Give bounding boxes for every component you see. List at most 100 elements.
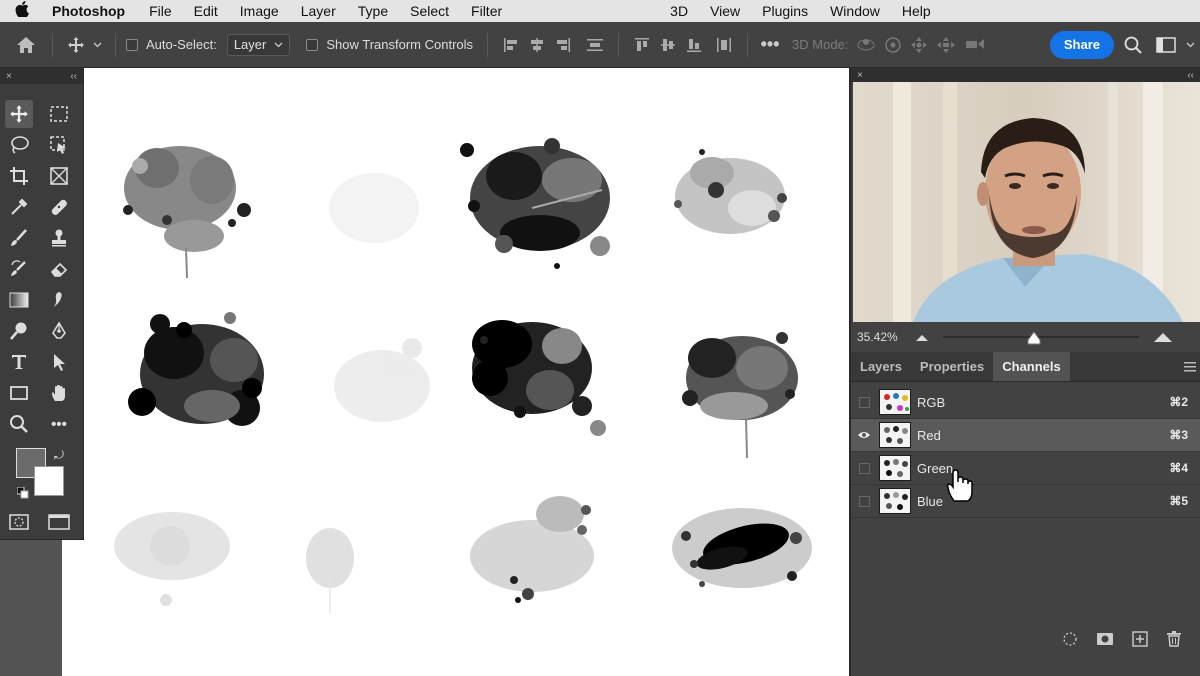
menu-help[interactable]: Help [891,3,942,19]
workspace-icon[interactable] [1152,22,1180,68]
move-tool-icon[interactable] [63,22,89,68]
tab-channels[interactable]: Channels [993,352,1070,381]
zoom-out-icon[interactable] [915,332,929,342]
tools-panel: × ‹‹ ••• ⤾ [0,68,84,540]
pen-tool-icon[interactable] [45,317,73,345]
align-bottom-icon[interactable] [683,37,705,53]
align-middle-icon[interactable] [657,37,679,53]
menu-plugins[interactable]: Plugins [751,3,819,19]
zoom-slider-thumb[interactable] [1027,331,1041,345]
align-center-icon[interactable] [526,37,548,53]
align-right-icon[interactable] [552,37,574,53]
tab-layers[interactable]: Layers [851,352,911,381]
home-icon[interactable] [0,22,52,68]
load-selection-icon[interactable] [1062,631,1078,647]
move-tool-icon[interactable] [5,100,33,128]
tab-properties[interactable]: Properties [911,352,993,381]
distribute-horizontal-icon[interactable] [713,37,735,53]
brush-tool-icon[interactable] [5,224,33,252]
share-button[interactable]: Share [1049,30,1114,59]
splatter-7 [472,320,606,436]
menu-image[interactable]: Image [229,3,290,19]
menu-layer[interactable]: Layer [290,3,347,19]
quick-mask-icon[interactable] [5,508,33,536]
menu-edit[interactable]: Edit [183,3,229,19]
pan-3d-icon[interactable] [910,36,928,54]
menu-type[interactable]: Type [347,3,399,19]
orbit-3d-icon[interactable] [856,36,876,52]
gradient-tool-icon[interactable] [5,286,33,314]
collapse-icon[interactable]: ‹‹ [70,71,77,82]
swap-colors-icon[interactable]: ⤾ [54,448,64,463]
slide-3d-icon[interactable] [936,36,956,54]
roll-3d-icon[interactable] [884,36,902,54]
visibility-toggle[interactable] [851,396,877,408]
menu-select[interactable]: Select [399,3,460,19]
channel-row-green[interactable]: Green ⌘4 [851,452,1200,485]
rectangle-tool-icon[interactable] [5,379,33,407]
menu-3d[interactable]: 3D [659,3,699,19]
visibility-toggle[interactable] [851,462,877,474]
chevron-down-icon[interactable] [89,22,105,68]
zoom-level[interactable]: 35.42% [857,330,915,344]
visibility-toggle[interactable] [851,495,877,507]
hand-tool-icon[interactable] [45,379,73,407]
menu-view[interactable]: View [699,3,751,19]
screen-mode-icon[interactable] [45,508,73,536]
menu-app-name[interactable]: Photoshop [44,3,138,19]
channel-row-red[interactable]: Red ⌘3 [851,419,1200,452]
document-canvas[interactable] [62,68,849,676]
channel-row-blue[interactable]: Blue ⌘5 [851,485,1200,518]
more-options-icon[interactable]: ••• [758,22,782,68]
close-icon[interactable]: × [6,71,12,82]
chevron-down-icon [274,42,283,47]
lasso-tool-icon[interactable] [5,131,33,159]
crop-tool-icon[interactable] [5,162,33,190]
history-brush-icon[interactable] [5,255,33,283]
type-tool-icon[interactable] [5,348,33,376]
zoom-tool-icon[interactable] [5,410,33,438]
eyedropper-tool-icon[interactable] [5,193,33,221]
background-color-swatch[interactable] [34,466,64,496]
collapse-icon[interactable]: ‹‹ [1187,70,1194,81]
frame-tool-icon[interactable] [45,162,73,190]
path-selection-icon[interactable] [45,348,73,376]
stamp-tool-icon[interactable] [45,224,73,252]
auto-select-dropdown[interactable]: Layer [226,33,291,56]
splatter-artwork [114,138,812,613]
navigator-header: × ‹‹ [851,68,1200,82]
search-icon[interactable] [1114,22,1152,68]
channel-name: RGB [917,394,946,410]
align-left-icon[interactable] [500,37,522,53]
save-selection-mask-icon[interactable] [1096,631,1114,647]
channel-shortcut: ⌘5 [1169,494,1188,508]
align-top-icon[interactable] [631,37,653,53]
default-colors-icon[interactable] [16,486,29,504]
eraser-tool-icon[interactable] [45,255,73,283]
object-selection-icon[interactable] [45,131,73,159]
menu-file[interactable]: File [138,3,183,19]
auto-select-checkbox[interactable] [126,38,138,51]
distribute-icon[interactable] [584,37,606,53]
close-icon[interactable]: × [857,70,863,81]
healing-brush-icon[interactable] [45,193,73,221]
trash-icon[interactable] [1166,631,1182,647]
panel-menu-icon[interactable] [1184,352,1200,381]
zoom-in-icon[interactable] [1153,331,1173,343]
new-channel-icon[interactable] [1132,631,1148,647]
smudge-tool-icon[interactable] [45,286,73,314]
menu-window[interactable]: Window [819,3,891,19]
zoom-slider[interactable] [943,331,1139,345]
menu-filter[interactable]: Filter [460,3,513,19]
marquee-tool-icon[interactable] [45,100,73,128]
scale-3d-icon[interactable] [964,36,986,52]
channel-name: Red [917,427,941,443]
dodge-tool-icon[interactable] [5,317,33,345]
eye-icon[interactable] [851,430,877,440]
channel-row-rgb[interactable]: RGB ⌘2 [851,386,1200,419]
more-tools-icon[interactable]: ••• [45,410,73,438]
chevron-down-icon[interactable] [1180,22,1200,68]
transform-controls-checkbox[interactable] [306,38,319,51]
apple-icon[interactable] [0,1,44,21]
channel-shortcut: ⌘3 [1169,428,1188,442]
